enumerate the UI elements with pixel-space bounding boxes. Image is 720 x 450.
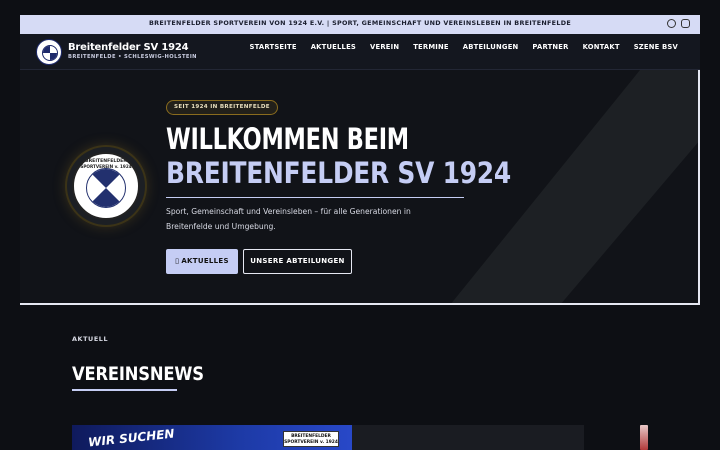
section-title: VEREINSNEWS bbox=[72, 363, 204, 385]
news-card-2[interactable] bbox=[352, 425, 584, 450]
crest-ring: BREITENFELDER SPORTVEREIN v. 1924 bbox=[72, 152, 140, 220]
section-label: AKTUELL bbox=[72, 335, 109, 343]
news-card-1-headline: WIR SUCHEN bbox=[87, 426, 176, 450]
topbar-tagline: BREITENFELDER SPORTVEREIN VON 1924 E.V. … bbox=[149, 19, 571, 27]
top-info-bar: BREITENFELDER SPORTVEREIN VON 1924 E.V. … bbox=[20, 15, 700, 34]
social-links bbox=[667, 19, 690, 28]
nav-abteilungen[interactable]: ABTEILUNGEN bbox=[463, 43, 519, 51]
news-card-1-badge-line2: SPORTVEREIN v. 1924 bbox=[284, 440, 338, 445]
facebook-icon[interactable] bbox=[667, 19, 676, 28]
abteilungen-button[interactable]: UNSERE ABTEILUNGEN bbox=[243, 249, 352, 274]
site-header: Breitenfelder SV 1924 BREITENFELDE • SCH… bbox=[20, 34, 700, 70]
hero-title-line1: WILLKOMMEN BEIM bbox=[166, 122, 409, 156]
hero-title-underline bbox=[166, 197, 464, 198]
nav-kontakt[interactable]: KONTAKT bbox=[583, 43, 620, 51]
logo-emblem bbox=[42, 45, 58, 61]
club-logo[interactable] bbox=[36, 39, 62, 65]
hero-title-line2: BREITENFELDER SV 1924 bbox=[166, 156, 511, 190]
instagram-icon[interactable] bbox=[681, 19, 690, 28]
nav-aktuelles[interactable]: AKTUELLES bbox=[311, 43, 356, 51]
main-nav: STARTSEITE AKTUELLES VEREIN TERMINE ABTE… bbox=[250, 43, 679, 51]
nav-partner[interactable]: PARTNER bbox=[532, 43, 568, 51]
nav-startseite[interactable]: STARTSEITE bbox=[250, 43, 297, 51]
aktuelles-button-label: AKTUELLES bbox=[181, 257, 229, 265]
founded-badge: SEIT 1924 IN BREITENFELDE bbox=[166, 100, 278, 115]
nav-szene-bsv[interactable]: SZENE BSV bbox=[634, 43, 678, 51]
aktuelles-button[interactable]: ▯ AKTUELLES bbox=[166, 249, 238, 274]
nav-termine[interactable]: TERMINE bbox=[413, 43, 449, 51]
newspaper-icon: ▯ bbox=[175, 257, 180, 265]
brand-name[interactable]: Breitenfelder SV 1924 bbox=[68, 42, 189, 53]
news-card-3[interactable] bbox=[640, 425, 648, 450]
hero-description: Sport, Gemeinschaft und Vereinsleben – f… bbox=[166, 207, 411, 231]
hero-section: BREITENFELDER SPORTVEREIN v. 1924 SEIT 1… bbox=[20, 70, 700, 305]
news-card-1-club-badge: BREITENFELDER SPORTVEREIN v. 1924 bbox=[283, 431, 339, 447]
nav-verein[interactable]: VEREIN bbox=[370, 43, 399, 51]
section-title-underline bbox=[72, 389, 177, 391]
brand-subtitle: BREITENFELDE • SCHLESWIG-HOLSTEIN bbox=[68, 54, 197, 60]
hero-club-crest: BREITENFELDER SPORTVEREIN v. 1924 bbox=[67, 147, 145, 225]
